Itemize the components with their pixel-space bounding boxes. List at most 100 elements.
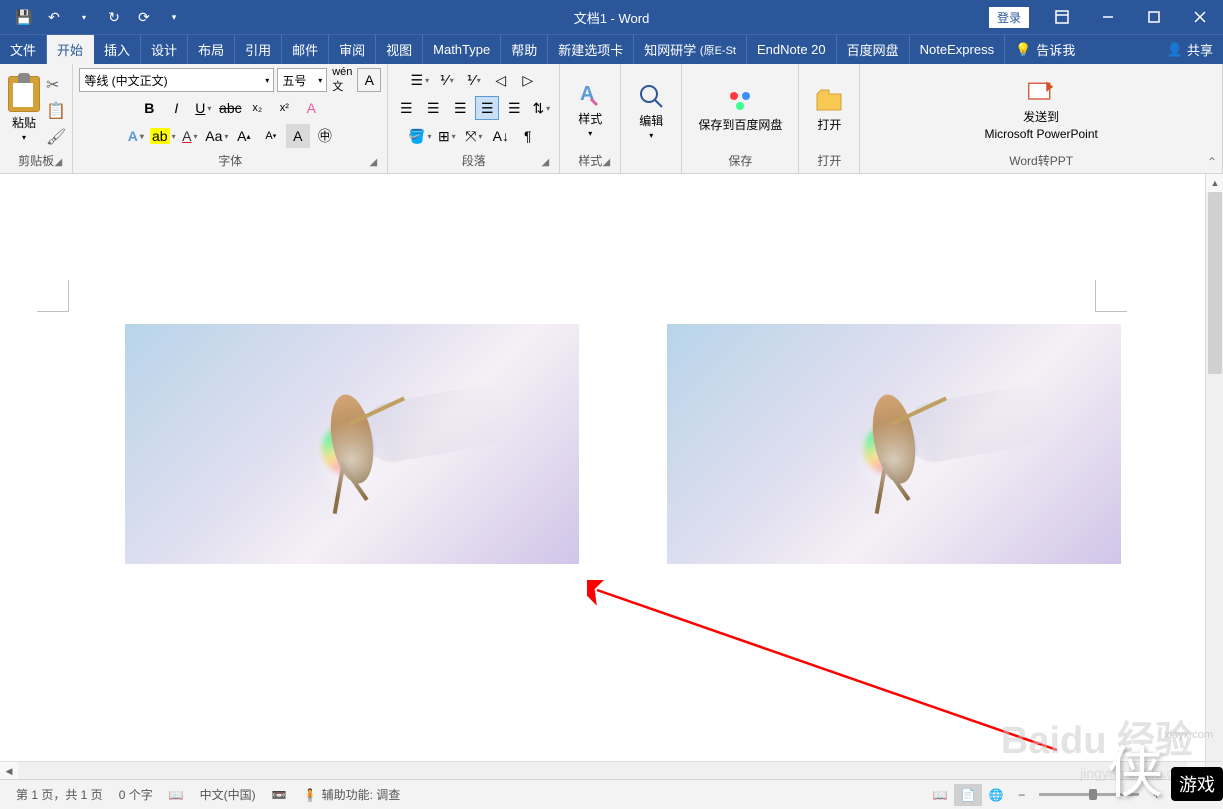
tab-home[interactable]: 开始: [47, 35, 94, 64]
tab-baidu[interactable]: 百度网盘: [837, 35, 910, 64]
document-image-2[interactable]: [667, 324, 1121, 564]
vertical-scrollbar[interactable]: ▲ ▼: [1205, 174, 1223, 779]
italic-button[interactable]: I: [164, 96, 188, 120]
clear-format-button[interactable]: A: [299, 96, 323, 120]
borders-button[interactable]: ⊞▾: [435, 124, 459, 148]
scroll-thumb[interactable]: [1208, 192, 1222, 374]
increase-indent-button[interactable]: ▷: [516, 68, 540, 92]
superscript-button[interactable]: x²: [272, 96, 296, 120]
zoom-slider[interactable]: [1039, 793, 1139, 796]
text-effects-button[interactable]: A▾: [124, 124, 148, 148]
change-case-button[interactable]: Aa▾: [205, 124, 229, 148]
tab-mathtype[interactable]: MathType: [423, 35, 501, 64]
scroll-right-icon[interactable]: ▶: [1187, 762, 1205, 780]
save-icon[interactable]: 💾: [10, 3, 38, 31]
web-layout-icon[interactable]: 🌐: [982, 784, 1010, 806]
dialog-launcher-icon[interactable]: ◢: [52, 157, 64, 169]
print-layout-icon[interactable]: 📄: [954, 784, 982, 806]
tab-design[interactable]: 设计: [141, 35, 188, 64]
document-area[interactable]: [0, 174, 1223, 779]
undo-drop-icon[interactable]: ▾: [70, 3, 98, 31]
scroll-up-icon[interactable]: ▲: [1206, 174, 1223, 192]
align-left-button[interactable]: ☰: [394, 96, 418, 120]
subscript-button[interactable]: x₂: [245, 96, 269, 120]
numbering-button[interactable]: ⅟▾: [435, 68, 459, 92]
shrink-font-button[interactable]: A▾: [259, 124, 283, 148]
font-family-select[interactable]: 等线 (中文正文)▾: [79, 68, 274, 92]
highlight-button[interactable]: ab▾: [151, 124, 175, 148]
dialog-launcher-icon[interactable]: ◢: [539, 157, 551, 169]
redo-icon[interactable]: ↻: [100, 3, 128, 31]
tab-insert[interactable]: 插入: [94, 35, 141, 64]
collapse-ribbon-icon[interactable]: ⌃: [1207, 155, 1217, 169]
distributed-button[interactable]: ☰: [502, 96, 526, 120]
maximize-icon[interactable]: [1131, 0, 1177, 34]
undo-icon[interactable]: ↶: [40, 3, 68, 31]
save-to-baidu-button[interactable]: 保存到百度网盘: [688, 82, 792, 137]
tab-newtab[interactable]: 新建选项卡: [548, 35, 634, 64]
horizontal-scrollbar[interactable]: ◀ ▶: [0, 761, 1205, 779]
share-button[interactable]: 👤 共享: [1157, 35, 1223, 64]
tab-references[interactable]: 引用: [235, 35, 282, 64]
tab-review[interactable]: 审阅: [329, 35, 376, 64]
strikethrough-button[interactable]: abc: [218, 96, 242, 120]
tab-mailings[interactable]: 邮件: [282, 35, 329, 64]
font-color-button[interactable]: A▾: [178, 124, 202, 148]
multilevel-button[interactable]: ⅟▾: [462, 68, 486, 92]
char-shading-button[interactable]: A: [286, 124, 310, 148]
spellcheck-icon[interactable]: 📖: [161, 788, 192, 802]
page-count[interactable]: 第 1 页，共 1 页: [8, 786, 111, 803]
tab-cnki[interactable]: 知网研学 (原E-St: [634, 35, 747, 64]
underline-button[interactable]: U▾: [191, 96, 215, 120]
shading-button[interactable]: 🪣▾: [408, 124, 432, 148]
tab-file[interactable]: 文件: [0, 35, 47, 64]
tab-view[interactable]: 视图: [376, 35, 423, 64]
phonetic-guide-button[interactable]: wén文: [330, 68, 354, 92]
dialog-launcher-icon[interactable]: ◢: [367, 157, 379, 169]
bold-button[interactable]: B: [137, 96, 161, 120]
enclose-char-button[interactable]: ㊥: [313, 124, 337, 148]
zoom-in-icon[interactable]: +: [1145, 788, 1168, 802]
styles-button[interactable]: A 样式 ▾: [566, 76, 614, 142]
editing-button[interactable]: 编辑 ▾: [627, 78, 675, 144]
open-button[interactable]: 打开: [805, 82, 853, 137]
dialog-launcher-icon[interactable]: ◢: [600, 157, 612, 169]
tab-noteexpress[interactable]: NoteExpress: [910, 35, 1005, 64]
justify-button[interactable]: ☰: [475, 96, 499, 120]
macro-icon[interactable]: 📼: [264, 788, 295, 802]
zoom-level[interactable]: 150%: [1168, 788, 1215, 802]
char-border-button[interactable]: A: [357, 68, 381, 92]
align-center-button[interactable]: ☰: [421, 96, 445, 120]
send-to-ppt-button[interactable]: 发送到 Microsoft PowerPoint: [974, 74, 1107, 145]
tab-layout[interactable]: 布局: [188, 35, 235, 64]
line-spacing-button[interactable]: ⇅▾: [529, 96, 553, 120]
bullets-button[interactable]: ☰▾: [408, 68, 432, 92]
login-button[interactable]: 登录: [989, 7, 1029, 28]
format-painter-icon[interactable]: 🖌: [46, 127, 66, 147]
asian-layout-button[interactable]: ⤧▾: [462, 124, 486, 148]
zoom-out-icon[interactable]: −: [1010, 788, 1033, 802]
tab-help[interactable]: 帮助: [501, 35, 548, 64]
word-count[interactable]: 0 个字: [111, 786, 161, 803]
minimize-icon[interactable]: [1085, 0, 1131, 34]
cut-icon[interactable]: ✂: [46, 75, 66, 95]
decrease-indent-button[interactable]: ◁: [489, 68, 513, 92]
document-image-1[interactable]: [125, 324, 579, 564]
sort-button[interactable]: A↓: [489, 124, 513, 148]
copy-icon[interactable]: 📋: [46, 101, 66, 121]
font-size-select[interactable]: 五号▾: [277, 68, 327, 92]
ribbon-options-icon[interactable]: [1039, 0, 1085, 34]
tell-me-search[interactable]: 💡 告诉我: [1005, 35, 1085, 64]
align-right-button[interactable]: ☰: [448, 96, 472, 120]
language-status[interactable]: 中文(中国): [192, 786, 264, 803]
paste-button[interactable]: 粘贴 ▾: [6, 74, 42, 144]
qat-more-icon[interactable]: ▾: [160, 3, 188, 31]
scroll-left-icon[interactable]: ◀: [0, 762, 18, 780]
close-icon[interactable]: [1177, 0, 1223, 34]
grow-font-button[interactable]: A▴: [232, 124, 256, 148]
read-mode-icon[interactable]: 📖: [926, 784, 954, 806]
tab-endnote[interactable]: EndNote 20: [747, 35, 837, 64]
show-marks-button[interactable]: ¶: [516, 124, 540, 148]
sync-icon[interactable]: ⟳: [130, 3, 158, 31]
accessibility-status[interactable]: 🧍 辅助功能: 调查: [295, 786, 409, 803]
